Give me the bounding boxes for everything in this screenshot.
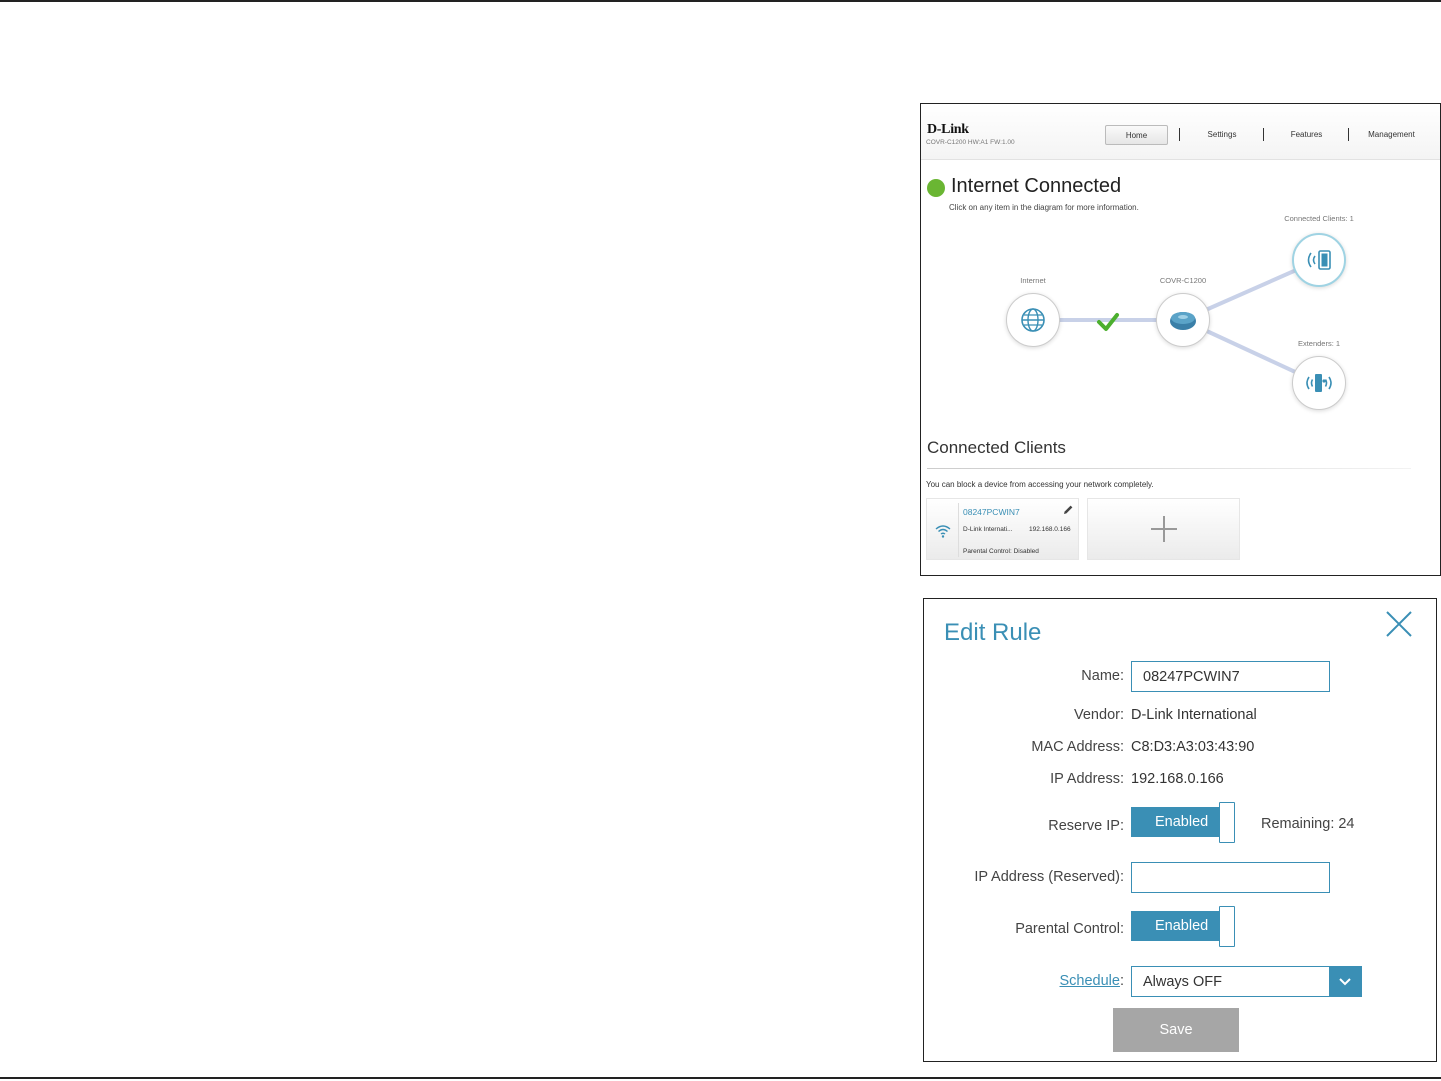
card-divider: [958, 503, 959, 557]
ip-reserved-input[interactable]: [1131, 862, 1330, 893]
wifi-icon: [935, 525, 951, 538]
clients-label: Connected Clients: 1: [1284, 214, 1354, 223]
reserve-ip-state: Enabled: [1131, 807, 1221, 837]
name-label: Name:: [1081, 668, 1124, 684]
extenders-label: Extenders: 1: [1297, 339, 1341, 348]
reserve-ip-toggle[interactable]: Enabled: [1131, 802, 1236, 843]
vendor-value: D-Link International: [1131, 707, 1257, 723]
internet-node[interactable]: [1006, 293, 1060, 347]
router-node[interactable]: [1156, 293, 1210, 347]
pencil-icon[interactable]: [1062, 504, 1074, 516]
mac-address-label: MAC Address:: [1031, 739, 1124, 755]
name-input[interactable]: [1131, 661, 1330, 692]
toggle-knob: [1219, 906, 1235, 947]
toggle-knob: [1219, 802, 1235, 843]
parental-control-toggle[interactable]: Enabled: [1131, 906, 1236, 947]
ip-reserved-label: IP Address (Reserved):: [974, 869, 1124, 885]
schedule-colon: :: [1119, 973, 1124, 989]
home-screenshot: D-Link COVR-C1200 HW:A1 FW:1.00 Home Set…: [920, 103, 1441, 576]
edit-rule-dialog: Edit Rule Name: Vendor: D-Link Internati…: [923, 598, 1437, 1062]
internet-label: Internet: [1020, 276, 1046, 285]
extender-icon: [1306, 374, 1332, 392]
globe-icon: [1021, 308, 1045, 332]
parental-control-label: Parental Control:: [1015, 921, 1124, 937]
connected-clients-heading: Connected Clients: [927, 438, 1066, 457]
top-rule: [0, 0, 1441, 2]
extender-node[interactable]: [1292, 356, 1346, 410]
client-card[interactable]: 08247PCWIN7 D-Link Internati... 192.168.…: [926, 498, 1079, 560]
bottom-rule: [0, 1077, 1441, 1079]
router-label: COVR-C1200: [1159, 276, 1207, 285]
ip-address-label: IP Address:: [1050, 771, 1124, 787]
client-name: 08247PCWIN7: [963, 507, 1020, 517]
chevron-down-icon: [1339, 977, 1351, 985]
reserve-ip-label: Reserve IP:: [1048, 818, 1124, 834]
plus-icon: [1150, 516, 1177, 542]
clients-node[interactable]: [1292, 233, 1346, 287]
dropdown-button[interactable]: [1329, 967, 1361, 996]
client-parental-control: Parental Control: Disabled: [963, 548, 1039, 555]
dialog-title: Edit Rule: [944, 619, 1042, 646]
schedule-link[interactable]: Schedule: [1060, 973, 1120, 989]
schedule-select[interactable]: Always OFF: [1131, 966, 1362, 997]
vendor-label: Vendor:: [1074, 707, 1124, 723]
parental-control-state: Enabled: [1131, 911, 1221, 941]
connected-clients-subtitle: You can block a device from accessing yo…: [926, 480, 1154, 489]
section-divider: [927, 468, 1411, 469]
client-vendor: D-Link Internati...: [963, 526, 1013, 533]
close-icon[interactable]: [1384, 609, 1414, 639]
schedule-label: Schedule:: [1060, 973, 1125, 989]
mac-address-value: C8:D3:A3:03:43:90: [1131, 739, 1255, 755]
client-ip: 192.168.0.166: [1029, 526, 1071, 533]
save-button[interactable]: Save: [1113, 1008, 1239, 1052]
wireless-device-icon: [1307, 250, 1331, 270]
remaining-count: Remaining: 24: [1261, 816, 1355, 832]
schedule-value: Always OFF: [1143, 974, 1222, 990]
router-icon: [1170, 312, 1196, 330]
add-client-button[interactable]: [1087, 498, 1240, 560]
network-diagram: [1033, 258, 1320, 385]
ip-address-value: 192.168.0.166: [1131, 771, 1224, 787]
